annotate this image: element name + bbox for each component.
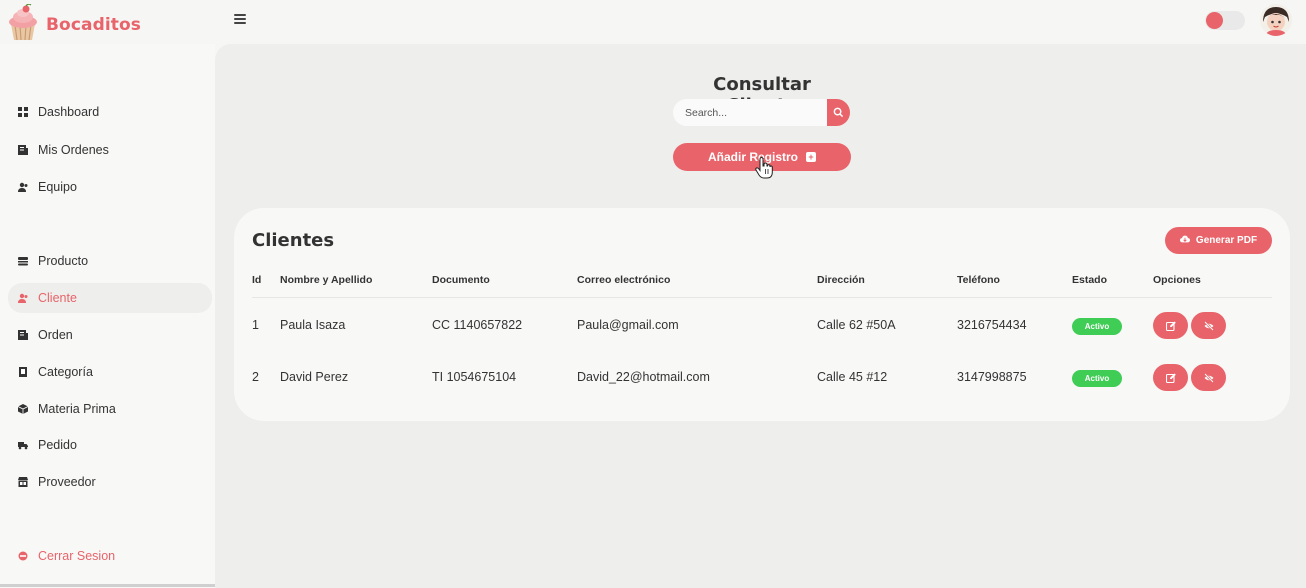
sidebar-item-label: Pedido (38, 438, 77, 452)
cell-document: TI 1054675104 (432, 370, 517, 384)
sidebar-item-label: Orden (38, 328, 73, 342)
sidebar-item-pedido[interactable]: Pedido (8, 430, 212, 460)
plus-square-icon: + (806, 152, 816, 162)
logout-label: Cerrar Sesion (38, 549, 116, 563)
sidebar-item-label: Equipo (38, 180, 77, 194)
clients-card: Clientes Generar PDF Id Nombre y Apellid… (234, 208, 1290, 421)
column-header-email: Correo electrónico (577, 274, 671, 286)
clients-title: Clientes (252, 230, 335, 251)
cell-phone: 3147998875 (957, 370, 1027, 384)
sidebar-item-dashboard[interactable]: Dashboard (8, 97, 212, 127)
cell-address: Calle 45 #12 (817, 370, 888, 384)
search-icon (833, 103, 844, 122)
status-badge: Activo (1072, 318, 1122, 335)
hide-button[interactable] (1191, 312, 1226, 339)
sidebar-item-equipo[interactable]: Equipo (8, 172, 212, 202)
cell-email: David_22@hotmail.com (577, 370, 710, 384)
sidebar-item-label: Cliente (38, 291, 77, 305)
cell-id: 1 (252, 318, 259, 332)
cupcake-logo-icon (6, 3, 40, 46)
hide-button[interactable] (1191, 364, 1226, 391)
column-header-phone: Teléfono (957, 274, 1000, 286)
sidebar-item-mis-ordenes[interactable]: Mis Ordenes (8, 135, 212, 165)
column-header-options: Opciones (1153, 274, 1201, 286)
sidebar-item-materia-prima[interactable]: Materia Prima (8, 394, 212, 424)
column-header-status: Estado (1072, 274, 1108, 286)
sidebar-item-label: Producto (38, 254, 89, 268)
header-divider (252, 297, 1272, 298)
edit-button[interactable] (1153, 364, 1188, 391)
sidebar-item-producto[interactable]: Producto (8, 246, 212, 276)
cell-address: Calle 62 #50A (817, 318, 896, 332)
truck-icon (18, 440, 28, 450)
sidebar-item-label: Categoría (38, 365, 93, 379)
search-input[interactable] (673, 99, 827, 126)
column-header-name: Nombre y Apellido (280, 274, 373, 286)
sidebar-item-orden[interactable]: Orden (8, 320, 212, 350)
eye-slash-icon (1203, 316, 1214, 335)
team-icon (18, 182, 28, 192)
product-icon (18, 256, 28, 266)
orders-icon (18, 145, 28, 155)
hamburger-menu-icon[interactable] (234, 13, 246, 25)
column-header-id: Id (252, 274, 262, 286)
cell-phone: 3216754434 (957, 318, 1027, 332)
brand-name: Bocaditos (46, 15, 142, 35)
hand-cursor-icon (755, 156, 773, 179)
add-record-label: Añadir Registro (707, 150, 798, 164)
sidebar-item-label: Mis Ordenes (38, 143, 109, 157)
sidebar-item-label: Proveedor (38, 475, 96, 489)
edit-icon (1165, 316, 1176, 335)
eye-slash-icon (1203, 368, 1214, 387)
client-icon (18, 293, 28, 303)
dashboard-icon (18, 107, 28, 117)
top-bar: Bocaditos (0, 0, 1306, 44)
sidebar-item-proveedor[interactable]: Proveedor (8, 467, 212, 497)
cell-name: Paula Isaza (280, 318, 346, 332)
raw-material-icon (18, 404, 28, 414)
main-content: Consultar Cliente Añadir Registro + Clie… (215, 44, 1306, 588)
column-header-document: Documento (432, 274, 490, 286)
edit-button[interactable] (1153, 312, 1188, 339)
cell-id: 2 (252, 370, 259, 384)
brand[interactable]: Bocaditos (6, 3, 142, 46)
edit-icon (1165, 368, 1176, 387)
status-badge: Activo (1072, 370, 1122, 387)
category-icon (18, 367, 28, 377)
theme-toggle[interactable] (1205, 11, 1245, 30)
supplier-icon (18, 477, 28, 487)
sidebar: Dashboard Mis Ordenes Equipo Producto Cl… (0, 44, 215, 588)
cell-document: CC 1140657822 (432, 318, 523, 332)
avatar[interactable] (1260, 4, 1292, 36)
logout-icon (18, 551, 28, 561)
generate-pdf-label: Generar PDF (1195, 235, 1258, 246)
generate-pdf-button[interactable]: Generar PDF (1165, 227, 1272, 254)
toggle-knob (1206, 12, 1223, 29)
sidebar-item-categoria[interactable]: Categoría (8, 357, 212, 387)
logout-button[interactable]: Cerrar Sesion (8, 541, 212, 571)
order-icon (18, 330, 28, 340)
cell-email: Paula@gmail.com (577, 318, 679, 332)
cloud-download-icon (1179, 234, 1196, 247)
search-box (673, 99, 850, 126)
sidebar-item-label: Materia Prima (38, 402, 116, 416)
column-header-address: Dirección (817, 274, 865, 286)
sidebar-item-cliente[interactable]: Cliente (8, 283, 212, 313)
search-button[interactable] (827, 99, 850, 126)
sidebar-item-label: Dashboard (38, 105, 100, 119)
cell-name: David Perez (280, 370, 349, 384)
